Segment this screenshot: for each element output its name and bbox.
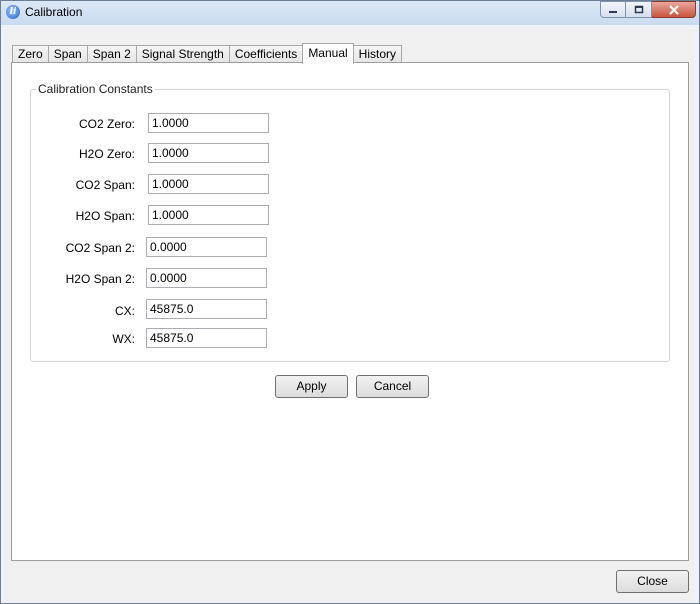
- title-bar[interactable]: li Calibration: [1, 1, 699, 25]
- dialog-client-area: Zero Span Span 2 Signal Strength Coeffic…: [7, 29, 694, 601]
- tab-signal-strength[interactable]: Signal Strength: [135, 45, 229, 63]
- co2-span-2-field[interactable]: 0.0000: [146, 237, 267, 257]
- wx-label: WX:: [112, 332, 135, 346]
- h2o-span-2-field[interactable]: 0.0000: [146, 268, 267, 288]
- tab-manual[interactable]: Manual: [302, 43, 354, 64]
- group-title: Calibration Constants: [36, 82, 155, 96]
- tab-coefficients[interactable]: Coefficients: [228, 45, 303, 63]
- close-window-button[interactable]: [652, 1, 696, 18]
- co2-span-label: CO2 Span:: [75, 178, 135, 192]
- close-button[interactable]: Close: [616, 570, 689, 593]
- cx-label: CX:: [114, 304, 135, 318]
- h2o-span-2-label: H2O Span 2:: [65, 272, 135, 286]
- h2o-zero-field[interactable]: 1.0000: [148, 143, 269, 163]
- tab-zero[interactable]: Zero: [12, 45, 48, 63]
- wx-field[interactable]: 45875.0: [146, 328, 267, 348]
- h2o-span-field[interactable]: 1.0000: [148, 205, 269, 225]
- tab-strip: Zero Span Span 2 Signal Strength Coeffic…: [12, 43, 403, 64]
- caption-buttons: [600, 1, 696, 19]
- close-icon: [668, 4, 679, 15]
- co2-span-2-label: CO2 Span 2:: [65, 241, 135, 255]
- cx-field[interactable]: 45875.0: [146, 299, 267, 319]
- app-logo-icon: li: [6, 5, 20, 19]
- co2-span-field[interactable]: 1.0000: [148, 174, 269, 194]
- tab-history[interactable]: History: [353, 45, 403, 63]
- window-title: Calibration: [25, 5, 83, 19]
- tab-span[interactable]: Span: [47, 45, 87, 63]
- co2-zero-field[interactable]: 1.0000: [148, 113, 269, 133]
- maximize-button[interactable]: [626, 1, 652, 18]
- calibration-window: li Calibration Zero Span Span 2 Signal S…: [0, 0, 700, 604]
- co2-zero-label: CO2 Zero:: [78, 117, 135, 131]
- restore-icon: [634, 5, 643, 14]
- tab-span-2[interactable]: Span 2: [86, 45, 136, 63]
- calibration-constants-group: Calibration Constants CO2 Zero: 1.0000 H…: [30, 82, 670, 362]
- minimize-button[interactable]: [600, 1, 626, 18]
- minimize-icon: [609, 10, 617, 13]
- cancel-button[interactable]: Cancel: [356, 375, 429, 398]
- manual-tab-panel: Calibration Constants CO2 Zero: 1.0000 H…: [11, 62, 689, 561]
- apply-button[interactable]: Apply: [275, 375, 348, 398]
- h2o-zero-label: H2O Zero:: [78, 147, 135, 161]
- h2o-span-label: H2O Span:: [75, 209, 135, 223]
